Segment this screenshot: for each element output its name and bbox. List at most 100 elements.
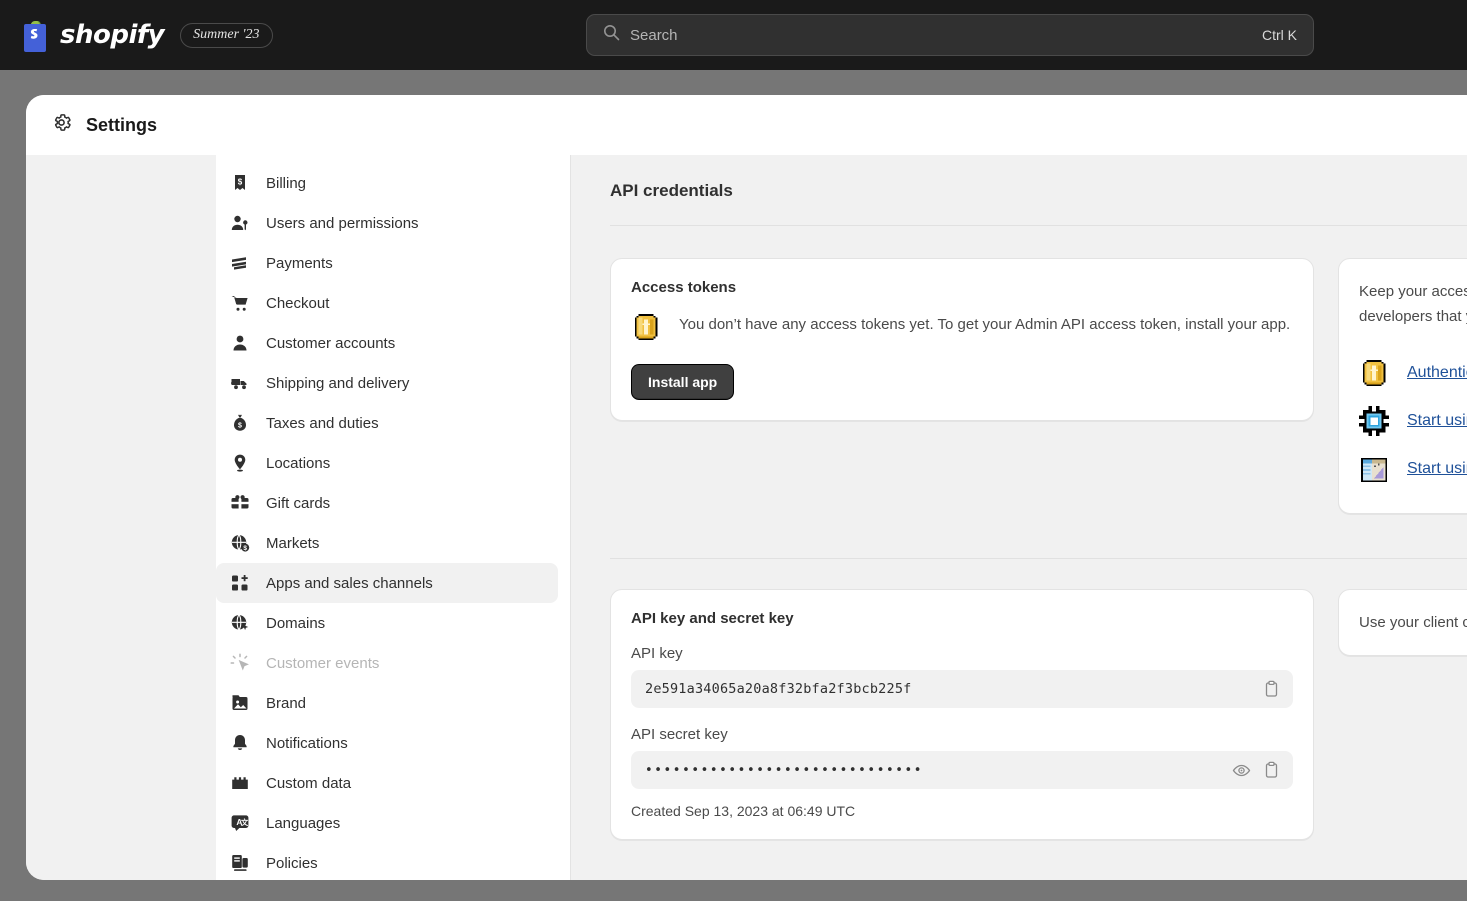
- sidebar-item-label: Checkout: [266, 294, 330, 312]
- globe-dollar-icon: $: [230, 533, 250, 553]
- settings-modal-header: Settings: [26, 95, 1467, 155]
- access-tokens-description: You don’t have any access tokens yet. To…: [679, 316, 1291, 333]
- help-link[interactable]: Start using the Storefront API: [1407, 460, 1467, 478]
- gear-emoji: [1359, 406, 1389, 436]
- sidebar-item-customer-events: Customer events: [216, 643, 558, 683]
- settings-modal: Settings $ Billing Users and permissions Pa…: [26, 95, 1467, 880]
- policies-icon: [230, 853, 250, 873]
- access-tokens-help-text: Keep your access tokens secure. Only sha…: [1359, 283, 1467, 325]
- install-app-button[interactable]: Install app: [631, 364, 735, 400]
- sidebar-item-label: Domains: [266, 614, 326, 632]
- sidebar-item-label: Custom data: [266, 774, 352, 792]
- payments-icon: [230, 253, 250, 273]
- gift-card-icon: [230, 493, 250, 513]
- sidebar-item-domains[interactable]: Domains: [216, 603, 558, 643]
- sidebar-item-label: Shipping and delivery: [266, 374, 410, 392]
- help-link-row: Start using the Admin API: [1359, 397, 1467, 445]
- sidebar-item-policies[interactable]: Policies: [216, 843, 558, 880]
- sidebar-item-taxes-and-duties[interactable]: $ Taxes and duties: [216, 403, 558, 443]
- sidebar-item-checkout[interactable]: Checkout: [216, 283, 558, 323]
- gear-icon: [51, 112, 72, 138]
- brand-wordmark: shopify: [60, 20, 165, 50]
- search-input[interactable]: Search: [630, 27, 1262, 44]
- help-link-row: Authentication documentation: [1359, 349, 1467, 397]
- chart-emoji: [1359, 454, 1389, 484]
- api-keys-help-card: Use your client credentials to configure…: [1338, 589, 1467, 656]
- settings-content-area: API credentials Access tokens You don’t …: [571, 155, 1467, 880]
- sidebar-item-custom-data[interactable]: Custom data: [216, 763, 558, 803]
- page-title: Settings: [86, 114, 158, 135]
- coin-emoji: [631, 312, 661, 342]
- sidebar-item-label: Customer accounts: [266, 334, 396, 352]
- sidebar-item-customer-accounts[interactable]: Customer accounts: [216, 323, 558, 363]
- sidebar-item-label: Taxes and duties: [266, 414, 379, 432]
- sidebar-item-brand[interactable]: Brand: [216, 683, 558, 723]
- sidebar-item-label: Gift cards: [266, 494, 331, 512]
- access-tokens-card: Access tokens You don’t have any access …: [610, 258, 1314, 421]
- sidebar-item-payments[interactable]: Payments: [216, 243, 558, 283]
- click-events-icon: [230, 653, 250, 673]
- divider-middle: [610, 558, 1467, 559]
- sidebar-item-label: Users and permissions: [266, 214, 419, 232]
- sidebar-item-label: Customer events: [266, 654, 380, 672]
- api-key-value: 2e591a34065a20a8f32bfa2f3bcb225f: [645, 681, 912, 697]
- svg-text:$: $: [238, 178, 243, 187]
- access-tokens-title: Access tokens: [631, 279, 737, 296]
- sidebar-item-locations[interactable]: Locations: [216, 443, 558, 483]
- sidebar-item-label: Locations: [266, 454, 331, 472]
- image-icon: [230, 693, 250, 713]
- svg-text:文: 文: [240, 818, 249, 827]
- sidebar-item-label: Notifications: [266, 734, 348, 752]
- global-search-bar[interactable]: Search Ctrl K: [586, 14, 1314, 56]
- api-key-field: 2e591a34065a20a8f32bfa2f3bcb225f: [631, 670, 1293, 708]
- sidebar-item-gift-cards[interactable]: Gift cards: [216, 483, 558, 523]
- access-tokens-help-links: Authentication documentation Start using…: [1359, 349, 1467, 493]
- sidebar-item-label: Markets: [266, 534, 320, 552]
- globe-cursor-icon: [230, 613, 250, 633]
- search-shortcut-hint: Ctrl K: [1262, 27, 1297, 43]
- api-key-created-timestamp: Created Sep 13, 2023 at 06:49 UTC: [631, 803, 856, 819]
- section-heading: API credentials: [610, 181, 733, 200]
- sidebar-item-shipping-and-delivery[interactable]: Shipping and delivery: [216, 363, 558, 403]
- svg-text:$: $: [238, 423, 242, 430]
- sidebar-item-label: Billing: [266, 174, 307, 192]
- billing-icon: $: [230, 173, 250, 193]
- api-keys-help-prefix: Use your client credentials to configure: [1359, 614, 1467, 631]
- clipboard-icon[interactable]: [1261, 679, 1281, 699]
- truck-icon: [230, 373, 250, 393]
- settings-sidebar: $ Billing Users and permissions Payments Che…: [216, 155, 571, 880]
- api-secret-value: ••••••••••••••••••••••••••••••: [645, 762, 924, 778]
- search-icon: [603, 24, 620, 46]
- sidebar-item-markets[interactable]: $ Markets: [216, 523, 558, 563]
- sidebar-item-label: Apps and sales channels: [266, 574, 433, 592]
- shopify-brand[interactable]: shopify Summer '23: [0, 19, 273, 52]
- help-link[interactable]: Authentication documentation: [1407, 364, 1467, 382]
- sidebar-item-languages[interactable]: A 文 Languages: [216, 803, 558, 843]
- cart-icon: [230, 293, 250, 313]
- access-tokens-help-card: Keep your access tokens secure. Only sha…: [1338, 258, 1467, 514]
- translate-icon: A文: [230, 813, 250, 833]
- money-bag-icon: $: [230, 413, 250, 433]
- shopify-logo-icon: [20, 19, 50, 52]
- sidebar-item-users-and-permissions[interactable]: Users and permissions: [216, 203, 558, 243]
- season-badge: Summer '23: [180, 22, 273, 48]
- coin-emoji: [1359, 358, 1389, 388]
- api-keys-title: API key and secret key: [631, 610, 794, 627]
- help-link[interactable]: Start using the Admin API: [1407, 412, 1467, 430]
- person-icon: [230, 333, 250, 353]
- sidebar-item-label: Brand: [266, 694, 307, 712]
- sidebar-item-apps-and-sales-channels[interactable]: Apps and sales channels: [216, 563, 558, 603]
- bell-icon: [230, 733, 250, 753]
- apps-grid-icon: [230, 573, 250, 593]
- sidebar-item-label: Policies: [266, 854, 318, 872]
- api-secret-label: API secret key: [631, 726, 728, 743]
- map-pin-icon: [230, 453, 250, 473]
- top-navigation-bar: shopify Summer '23 Search Ctrl K: [0, 0, 1467, 70]
- api-key-label: API key: [631, 645, 683, 662]
- eye-icon[interactable]: [1231, 760, 1251, 780]
- divider-top: [610, 225, 1467, 226]
- clipboard-icon[interactable]: [1261, 760, 1281, 780]
- sidebar-item-notifications[interactable]: Notifications: [216, 723, 558, 763]
- sidebar-item-label: Payments: [266, 254, 333, 272]
- sidebar-item-billing[interactable]: $ Billing: [216, 163, 558, 203]
